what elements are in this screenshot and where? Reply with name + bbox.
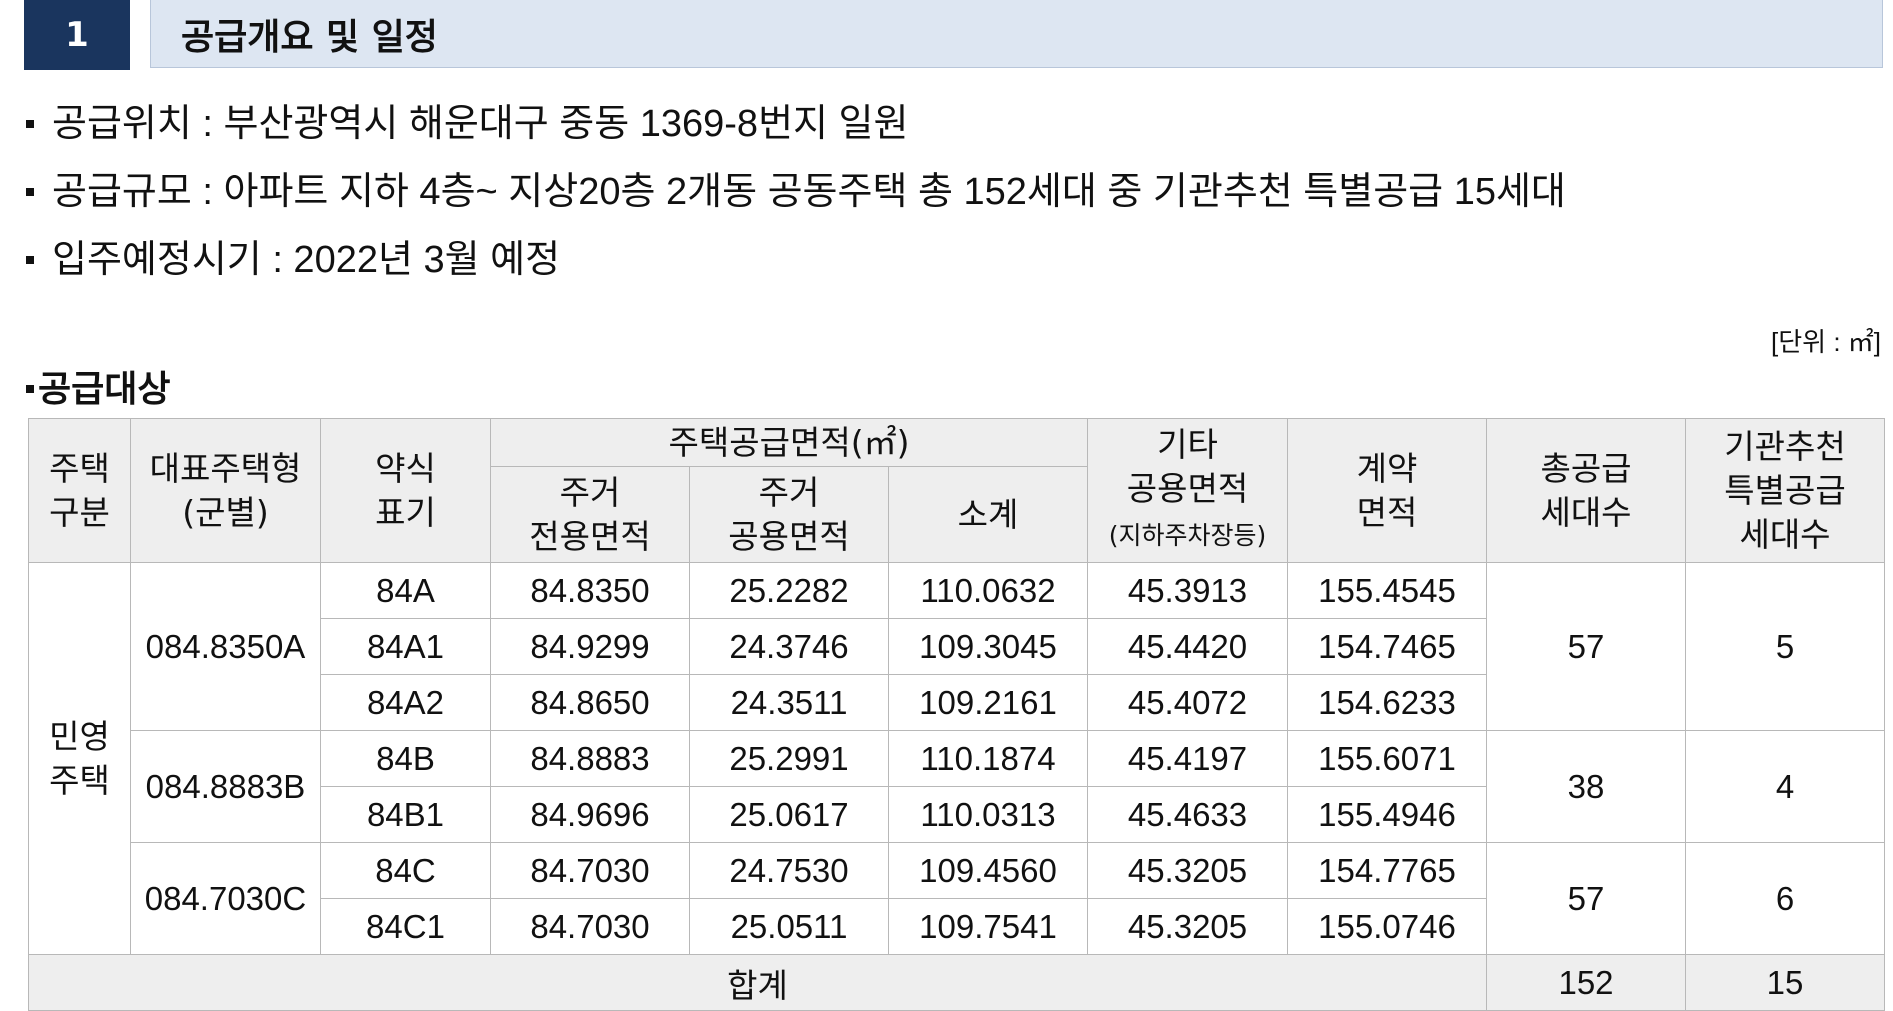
section-title-bar: 공급개요 및 일정 <box>150 0 1883 68</box>
section-heading: 공급개요 및 일정 <box>181 16 438 58</box>
overview-move-in: 입주예정시기 : 2022년 3월 예정 <box>26 226 1566 294</box>
rep-type-cell: 084.8350A <box>130 562 321 731</box>
header-rep-type: 대표주택형 (군별) <box>130 418 321 563</box>
abbr-cell: 84A2 <box>320 674 491 731</box>
total-row: 합계 152 15 <box>28 954 1885 1011</box>
abbr-cell: 84B <box>320 730 491 787</box>
section-number: 1 <box>24 0 130 70</box>
institutional-sum: 15 <box>1685 954 1885 1011</box>
exclusive-cell: 84.9696 <box>490 786 690 843</box>
other-cell: 45.4633 <box>1087 786 1288 843</box>
institutional-cell: 6 <box>1685 842 1885 955</box>
other-cell: 45.3205 <box>1087 842 1288 899</box>
other-cell: 45.4072 <box>1087 674 1288 731</box>
category-cell: 민영 주택 <box>28 562 131 955</box>
exclusive-cell: 84.8350 <box>490 562 690 619</box>
section-header: 1 공급개요 및 일정 <box>24 0 1884 70</box>
exclusive-cell: 84.8650 <box>490 674 690 731</box>
institutional-cell: 4 <box>1685 730 1885 843</box>
other-cell: 45.4197 <box>1087 730 1288 787</box>
header-res-exclusive: 주거 전용면적 <box>490 466 690 563</box>
common-cell: 25.0617 <box>689 786 889 843</box>
rep-type-cell: 084.8883B <box>130 730 321 843</box>
exclusive-cell: 84.7030 <box>490 842 690 899</box>
header-institutional: 기관추천 특별공급 세대수 <box>1685 418 1885 563</box>
bullet-square-icon <box>26 119 34 128</box>
other-cell: 45.4420 <box>1087 618 1288 675</box>
header-house-type: 주택 구분 <box>28 418 131 563</box>
header-other-common: 기타 공용면적 (지하주차장등) <box>1087 418 1288 563</box>
bullet-square-icon <box>26 255 34 264</box>
contract-cell: 155.4545 <box>1287 562 1487 619</box>
common-cell: 24.3511 <box>689 674 889 731</box>
total-supply-sum: 152 <box>1486 954 1686 1011</box>
header-supply-area: 주택공급면적(㎡) <box>490 418 1088 467</box>
contract-cell: 154.7465 <box>1287 618 1487 675</box>
common-cell: 25.2282 <box>689 562 889 619</box>
exclusive-cell: 84.9299 <box>490 618 690 675</box>
subtotal-cell: 110.0313 <box>888 786 1088 843</box>
exclusive-cell: 84.8883 <box>490 730 690 787</box>
common-cell: 24.7530 <box>689 842 889 899</box>
total-supply-cell: 57 <box>1486 842 1686 955</box>
subtotal-cell: 109.7541 <box>888 898 1088 955</box>
abbr-cell: 84A1 <box>320 618 491 675</box>
other-cell: 45.3205 <box>1087 898 1288 955</box>
institutional-cell: 5 <box>1685 562 1885 731</box>
bullet-square-icon <box>26 187 34 196</box>
supply-target-title: 공급대상 <box>26 360 170 412</box>
table-row: 084.7030C 84C 84.7030 24.7530 109.4560 4… <box>29 842 1885 955</box>
contract-cell: 155.6071 <box>1287 730 1487 787</box>
other-cell: 45.3913 <box>1087 562 1288 619</box>
contract-cell: 155.4946 <box>1287 786 1487 843</box>
header-contract-area: 계약 면적 <box>1287 418 1487 563</box>
overview-scale: 공급규모 : 아파트 지하 4층~ 지상20층 2개동 공동주택 총 152세대… <box>26 158 1566 226</box>
contract-cell: 154.6233 <box>1287 674 1487 731</box>
header-subtotal: 소계 <box>888 466 1088 563</box>
total-supply-cell: 57 <box>1486 562 1686 731</box>
exclusive-cell: 84.7030 <box>490 898 690 955</box>
abbr-cell: 84C1 <box>320 898 491 955</box>
table-row: 민영 주택 084.8350A 84A 84.8350 25.2282 110.0… <box>28 562 1885 955</box>
supply-table: 주택 구분 대표주택형 (군별) 약식 표기 주택공급면적(㎡) 기타 공용면적 (지하주… <box>28 418 1885 1011</box>
total-label: 합계 <box>28 954 1487 1011</box>
common-cell: 25.2991 <box>689 730 889 787</box>
common-cell: 24.3746 <box>689 618 889 675</box>
unit-label: [단위 : ㎡] <box>1771 327 1881 357</box>
subtotal-cell: 109.4560 <box>888 842 1088 899</box>
abbr-cell: 84B1 <box>320 786 491 843</box>
subtotal-cell: 110.1874 <box>888 730 1088 787</box>
total-supply-cell: 38 <box>1486 730 1686 843</box>
subtotal-cell: 109.2161 <box>888 674 1088 731</box>
table-row: 084.8883B 84B 84.8883 25.2991 110.1874 4… <box>29 730 1885 843</box>
contract-cell: 155.0746 <box>1287 898 1487 955</box>
overview-list: 공급위치 : 부산광역시 해운대구 중동 1369-8번지 일원 공급규모 : … <box>26 90 1566 294</box>
overview-location: 공급위치 : 부산광역시 해운대구 중동 1369-8번지 일원 <box>26 90 1566 158</box>
header-abbr: 약식 표기 <box>320 418 491 563</box>
rep-type-cell: 084.7030C <box>130 842 321 955</box>
subtotal-cell: 109.3045 <box>888 618 1088 675</box>
abbr-cell: 84A <box>320 562 491 619</box>
common-cell: 25.0511 <box>689 898 889 955</box>
subtotal-cell: 110.0632 <box>888 562 1088 619</box>
header-res-common: 주거 공용면적 <box>689 466 889 563</box>
bullet-square-icon <box>26 385 34 393</box>
contract-cell: 154.7765 <box>1287 842 1487 899</box>
header-total-supply: 총공급 세대수 <box>1486 418 1686 563</box>
abbr-cell: 84C <box>320 842 491 899</box>
